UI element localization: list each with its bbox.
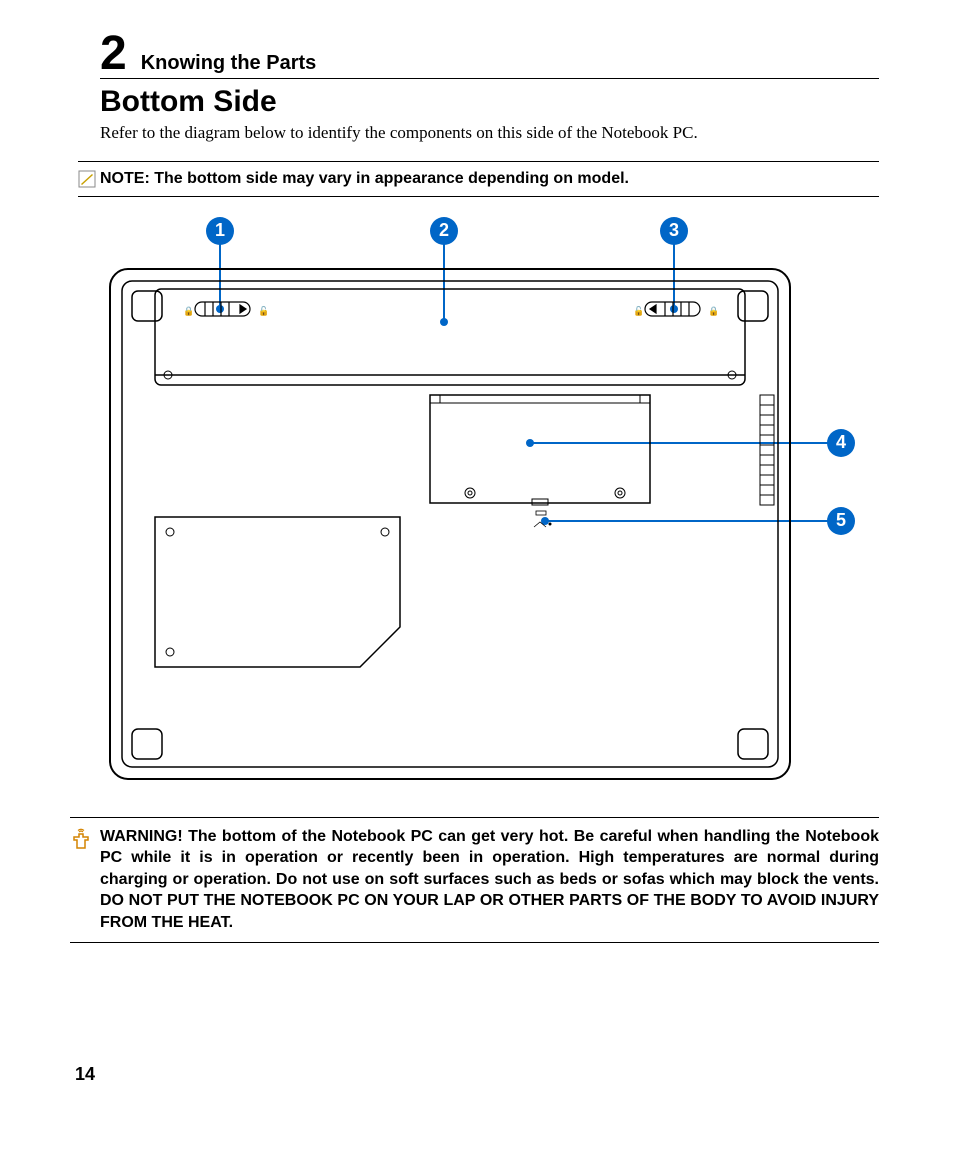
callout-3: 3: [660, 217, 688, 245]
callout-4: 4: [827, 429, 855, 457]
manual-page: 2 Knowing the Parts Bottom Side Refer to…: [0, 0, 954, 1155]
svg-text:🔒: 🔒: [708, 306, 719, 316]
chapter-header: 2 Knowing the Parts: [100, 30, 879, 79]
section-intro: Refer to the diagram below to identify t…: [100, 123, 879, 143]
svg-text:🔓: 🔓: [633, 305, 644, 316]
note-text: NOTE: The bottom side may vary in appear…: [100, 168, 629, 190]
svg-text:🔓: 🔓: [258, 305, 269, 316]
section-title: Bottom Side: [100, 85, 879, 119]
warning-icon: [70, 826, 100, 934]
callout-5: 5: [827, 507, 855, 535]
svg-text:🔒: 🔒: [183, 306, 194, 316]
warning-block: WARNING! The bottom of the Notebook PC c…: [70, 817, 879, 943]
warning-text: WARNING! The bottom of the Notebook PC c…: [100, 826, 879, 934]
callout-1: 1: [206, 217, 234, 245]
callout-2: 2: [430, 217, 458, 245]
note-icon: [78, 168, 100, 188]
page-number: 14: [75, 1064, 95, 1085]
chapter-title: Knowing the Parts: [141, 52, 317, 75]
chapter-number: 2: [100, 30, 127, 78]
diagram-svg: 🔒 🔓 🔓 🔒: [100, 217, 880, 797]
note-block: NOTE: The bottom side may vary in appear…: [78, 161, 879, 197]
bottom-diagram: 1 2 3 4 5: [100, 217, 880, 797]
